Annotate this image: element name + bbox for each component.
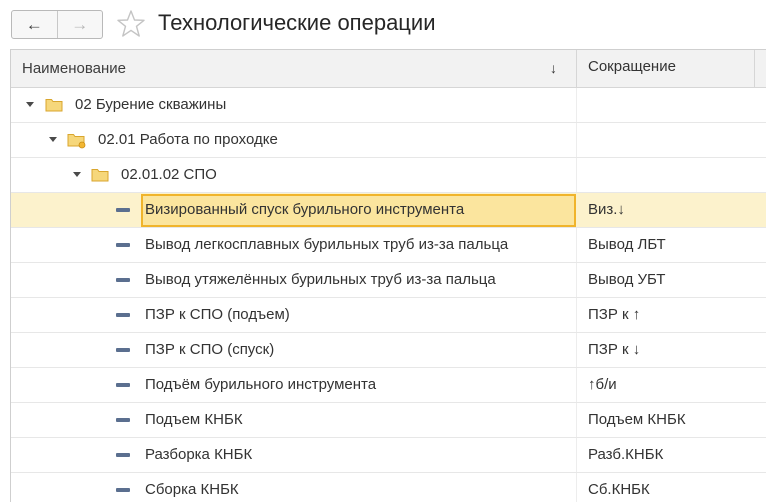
operation-abbreviation: Вывод ЛБТ <box>588 236 666 253</box>
table-row[interactable]: Вывод легкосплавных бурильных труб из-за… <box>11 228 766 263</box>
page-title: Технологические операции <box>158 10 436 35</box>
operation-abbreviation: ПЗР к ↓ <box>588 341 641 358</box>
operation-name: Подъем КНБК <box>145 411 243 428</box>
back-button[interactable]: ← <box>12 11 58 38</box>
operation-abbreviation: Подъем КНБК <box>588 411 686 428</box>
column-divider <box>576 438 577 472</box>
table-row[interactable]: Подъем КНБК Подъем КНБК <box>11 403 766 438</box>
column-divider <box>576 158 577 192</box>
column-divider <box>576 123 577 157</box>
column-divider <box>576 298 577 332</box>
table-body: 02 Бурение скважины 02.01 Работа по прох… <box>11 88 766 502</box>
operations-table: Наименование ↓ Сокращение 02 Бурение скв… <box>10 49 766 502</box>
forward-button[interactable]: → <box>58 11 103 38</box>
table-row-selected[interactable]: Визированный спуск бурильного инструмент… <box>11 193 766 228</box>
operation-name: ПЗР к СПО (спуск) <box>145 341 275 358</box>
collapse-arrow-icon[interactable] <box>26 102 34 107</box>
arrow-left-icon: ← <box>25 14 43 34</box>
table-row[interactable]: ПЗР к СПО (спуск) ПЗР к ↓ <box>11 333 766 368</box>
tree-group-label: 02 Бурение скважины <box>75 96 227 113</box>
navigation-buttons: ← → <box>11 10 103 39</box>
collapse-arrow-icon[interactable] <box>49 137 57 142</box>
tree-group-label: 02.01.02 СПО <box>121 166 217 183</box>
operation-name: Визированный спуск бурильного инструмент… <box>145 201 465 218</box>
item-icon <box>116 243 130 247</box>
operation-abbreviation: Виз.↓ <box>588 201 625 218</box>
column-divider[interactable] <box>576 50 577 87</box>
folder-badge-icon <box>67 134 86 149</box>
column-header-name[interactable]: Наименование <box>22 50 126 87</box>
column-divider <box>576 88 577 122</box>
sort-arrow-icon[interactable]: ↓ <box>550 50 557 87</box>
tree-group-row[interactable]: 02.01.02 СПО <box>11 158 766 193</box>
operation-abbreviation: ↑б/и <box>588 376 617 393</box>
item-icon <box>116 208 130 212</box>
tree-group-row[interactable]: 02.01 Работа по проходке <box>11 123 766 158</box>
item-icon <box>116 348 130 352</box>
table-row[interactable]: Вывод утяжелённых бурильных труб из-за п… <box>11 263 766 298</box>
table-row[interactable]: Подъём бурильного инструмента ↑б/и <box>11 368 766 403</box>
item-icon <box>116 278 130 282</box>
table-row[interactable]: ПЗР к СПО (подъем) ПЗР к ↑ <box>11 298 766 333</box>
table-row[interactable]: Сборка КНБК Сб.КНБК <box>11 473 766 502</box>
operation-name: Сборка КНБК <box>145 481 239 498</box>
column-divider <box>576 403 577 437</box>
column-divider[interactable] <box>754 50 755 87</box>
folder-icon <box>45 99 63 112</box>
column-header-abbreviation[interactable]: Сокращение <box>588 50 676 87</box>
item-icon <box>116 453 130 457</box>
column-divider <box>576 333 577 367</box>
table-header: Наименование ↓ Сокращение <box>11 50 766 88</box>
tree-group-label: 02.01 Работа по проходке <box>98 131 278 148</box>
folder-icon <box>91 169 109 182</box>
column-divider <box>576 473 577 502</box>
operation-name: Вывод легкосплавных бурильных труб из-за… <box>145 236 509 253</box>
item-icon <box>116 418 130 422</box>
operation-name: Разборка КНБК <box>145 446 253 463</box>
item-icon <box>116 488 130 492</box>
column-divider <box>576 228 577 262</box>
arrow-right-icon: → <box>71 14 89 34</box>
operation-abbreviation: Разб.КНБК <box>588 446 664 463</box>
operation-abbreviation: ПЗР к ↑ <box>588 306 641 323</box>
item-icon <box>116 383 130 387</box>
column-divider <box>576 368 577 402</box>
collapse-arrow-icon[interactable] <box>73 172 81 177</box>
operation-name: Подъём бурильного инструмента <box>145 376 377 393</box>
operation-abbreviation: Вывод УБТ <box>588 271 666 288</box>
column-divider <box>576 263 577 297</box>
item-icon <box>116 313 130 317</box>
tree-group-row[interactable]: 02 Бурение скважины <box>11 88 766 123</box>
operation-abbreviation: Сб.КНБК <box>588 481 650 498</box>
favorite-star-icon[interactable] <box>116 9 146 39</box>
window-header: ← → Технологические операции <box>0 0 766 50</box>
operation-name: Вывод утяжелённых бурильных труб из-за п… <box>145 271 496 288</box>
operation-name: ПЗР к СПО (подъем) <box>145 306 290 323</box>
table-row[interactable]: Разборка КНБК Разб.КНБК <box>11 438 766 473</box>
